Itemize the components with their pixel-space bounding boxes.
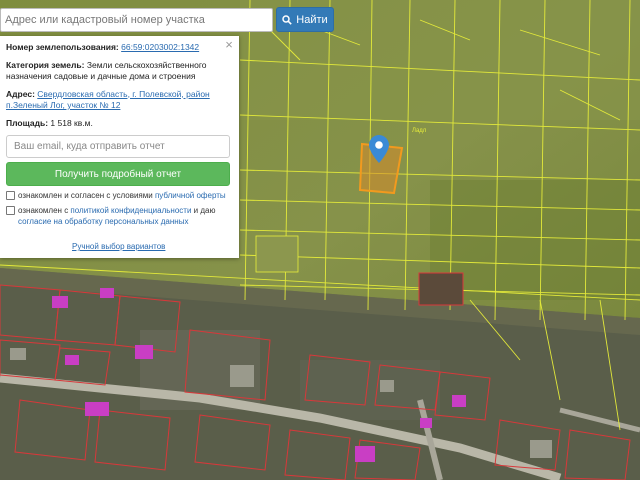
personal-data-link[interactable]: согласие на обработку персональных данны… (18, 217, 188, 226)
area-value: 1 518 кв.м. (50, 117, 93, 128)
manual-selection-link[interactable]: Ручной выбор вариантов (72, 241, 165, 253)
email-field[interactable] (6, 135, 230, 158)
get-report-button[interactable]: Получить подробный отчет (6, 162, 230, 186)
cadastral-row: Номер землепользования: 66:59:0203002:13… (6, 42, 233, 54)
parcel-info-panel: × Номер землепользования: 66:59:0203002:… (0, 36, 239, 258)
area-label: Площадь: (6, 117, 49, 128)
privacy-consent-checkbox[interactable] (6, 206, 15, 215)
public-offer-link[interactable]: публичной оферты (155, 191, 226, 200)
area-row: Площадь: 1 518 кв.м. (6, 118, 233, 130)
close-icon[interactable]: × (223, 38, 235, 51)
address-link[interactable]: Свердловская область, г. Полевской, райо… (6, 89, 210, 111)
category-label: Категория земель: (6, 59, 85, 70)
search-bar (0, 8, 273, 32)
search-input[interactable] (1, 9, 272, 31)
privacy-consent-text: ознакомлен с (18, 206, 71, 215)
address-label: Адрес: (6, 88, 35, 99)
find-button[interactable]: Найти (276, 7, 334, 32)
offer-consent: ознакомлен и согласен с условиями публич… (6, 190, 233, 201)
category-row: Категория земель: Земли сельскохозяйстве… (6, 60, 233, 83)
search-icon (282, 14, 293, 25)
street-label: Ладл (412, 128, 427, 134)
find-button-label: Найти (296, 13, 328, 26)
privacy-policy-link[interactable]: политикой конфиденциальности (70, 206, 191, 215)
cadastral-number-link[interactable]: 66:59:0203002:1342 (121, 42, 199, 52)
offer-consent-checkbox[interactable] (6, 191, 15, 200)
privacy-consent: ознакомлен с политикой конфиденциальност… (6, 205, 233, 227)
cadastral-label: Номер землепользования: (6, 42, 119, 52)
offer-consent-text: ознакомлен и согласен с условиями (18, 191, 155, 200)
privacy-consent-mid: и даю (191, 206, 216, 215)
address-row: Адрес: Свердловская область, г. Полевско… (6, 89, 233, 112)
map-pin-icon[interactable] (369, 135, 389, 163)
